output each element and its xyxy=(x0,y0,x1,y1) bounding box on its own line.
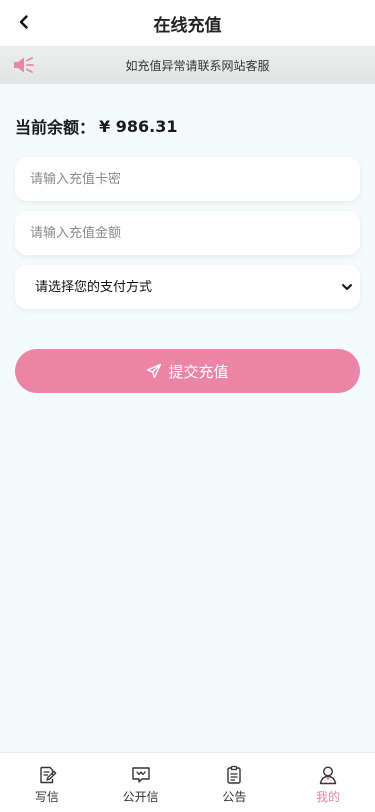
tab-announcements[interactable]: 公告 xyxy=(188,753,282,812)
user-icon xyxy=(319,766,337,785)
submit-label: 提交充值 xyxy=(168,362,229,381)
payment-method-select[interactable]: 请选择您的支付方式 xyxy=(15,265,360,309)
clipboard-icon xyxy=(227,765,242,784)
chevron-left-icon xyxy=(19,15,28,29)
tab-label: 公开信 xyxy=(122,790,159,804)
speaker-icon xyxy=(14,57,34,73)
tab-label: 我的 xyxy=(316,790,341,804)
balance-label: 当前余额： xyxy=(15,118,96,137)
tab-label: 公告 xyxy=(222,790,247,804)
back-button[interactable] xyxy=(10,8,38,36)
payment-method-wrapper: 请选择您的支付方式 xyxy=(15,265,360,309)
top-nav-bar: 在线充值 xyxy=(0,0,375,46)
write-icon xyxy=(40,766,57,784)
notice-text: 如充值异常请联系网站客服 xyxy=(125,58,270,73)
tab-write[interactable]: 写信 xyxy=(0,753,94,812)
tab-label: 写信 xyxy=(34,790,59,804)
amount-field-wrapper xyxy=(15,211,360,255)
message-icon xyxy=(131,767,150,783)
notice-bar: 如充值异常请联系网站客服 xyxy=(0,46,375,84)
page-title: 在线充值 xyxy=(153,15,222,36)
card-code-input[interactable] xyxy=(15,157,360,201)
balance-display: 当前余额： ¥ 986.31 xyxy=(15,114,177,138)
balance-amount: ¥ 986.31 xyxy=(99,116,178,136)
bottom-tab-bar: 写信 公开信 公告 我的 xyxy=(0,752,375,812)
card-code-field-wrapper xyxy=(15,157,360,201)
send-icon xyxy=(147,363,162,379)
tab-public-letters[interactable]: 公开信 xyxy=(94,753,188,812)
submit-recharge-button[interactable]: 提交充值 xyxy=(15,349,360,393)
tab-mine[interactable]: 我的 xyxy=(281,753,375,812)
amount-input[interactable] xyxy=(15,211,360,255)
